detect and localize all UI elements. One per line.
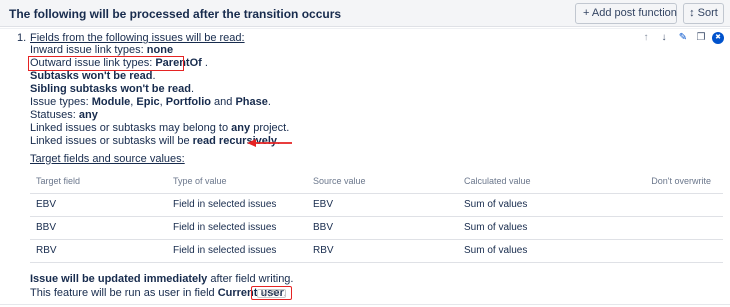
cell-target-field: RBV	[30, 239, 167, 263]
move-up-icon[interactable]: ↑	[640, 32, 652, 44]
move-down-icon[interactable]: ↓	[658, 32, 670, 44]
subtasks-line: Subtasks won't be read.	[30, 70, 156, 82]
section-title: The following will be processed after th…	[9, 7, 342, 21]
item-toolbar: ↑ ↓ ✎ ❐ ✖	[640, 32, 724, 46]
target-fields-table: Target field Type of value Source value …	[30, 170, 723, 263]
item-number: 1.	[17, 32, 27, 44]
inward-value: none	[146, 44, 174, 56]
update-immediately-line: Issue will be updated immediately after …	[30, 273, 293, 286]
cell-target-field: EBV	[30, 193, 167, 217]
cell-source-value: BBV	[307, 216, 458, 240]
siblings-line: Sibling subtasks won't be read.	[30, 83, 194, 95]
cell-type-of-value: Field in selected issues	[167, 193, 307, 217]
linked-project-post: project.	[250, 122, 290, 134]
delete-icon[interactable]: ✖	[712, 32, 724, 44]
col-calculated-value: Calculated value	[458, 170, 618, 194]
section-header: The following will be processed after th…	[0, 0, 730, 27]
col-source-value: Source value	[307, 170, 458, 194]
issue-type-phase: Phase	[235, 96, 268, 108]
statuses-line: Statuses: any	[30, 109, 98, 122]
bottom-divider	[0, 304, 730, 305]
recursive-line: Linked issues or subtasks will be read r…	[30, 135, 281, 147]
table-row: EBV Field in selected issues EBV Sum of …	[30, 193, 723, 217]
issue-types-label: Issue types:	[30, 96, 92, 108]
statuses-label: Statuses:	[30, 109, 79, 121]
cell-target-field: BBV	[30, 216, 167, 240]
cell-dont-overwrite	[618, 239, 723, 263]
cell-type-of-value: Field in selected issues	[167, 216, 307, 240]
update-immediately-text: Issue will be updated immediately	[30, 273, 208, 285]
run-as-line: This feature will be run as user in fiel…	[30, 287, 287, 299]
cell-calculated-value: Sum of values	[458, 216, 618, 240]
linked-project-pre: Linked issues or subtasks may belong to	[30, 122, 232, 134]
subtasks-text: Subtasks won't be read	[30, 70, 153, 82]
outward-highlight-box	[28, 56, 184, 71]
col-type-of-value: Type of value	[167, 170, 307, 194]
cell-source-value: EBV	[307, 193, 458, 217]
cell-source-value: RBV	[307, 239, 458, 263]
table-row: RBV Field in selected issues RBV Sum of …	[30, 239, 723, 263]
cell-type-of-value: Field in selected issues	[167, 239, 307, 263]
linked-project-value: any	[231, 122, 251, 134]
linked-project-line: Linked issues or subtasks may belong to …	[30, 122, 289, 135]
run-as-pre: This feature will be run as user in fiel…	[30, 287, 218, 299]
recursive-pre: Linked issues or subtasks will be	[30, 135, 193, 147]
cell-calculated-value: Sum of values	[458, 193, 618, 217]
copy-icon[interactable]: ❐	[695, 32, 707, 44]
issue-type-module: Module	[91, 96, 131, 108]
col-target-field: Target field	[30, 170, 167, 194]
table-header-row: Target field Type of value Source value …	[30, 170, 723, 194]
update-rest-text: after field writing.	[207, 273, 294, 285]
annotation-arrow-icon	[247, 139, 292, 147]
issue-type-portfolio: Portfolio	[165, 96, 211, 108]
jwt-badge: by JWT	[257, 289, 286, 298]
cell-dont-overwrite	[618, 193, 723, 217]
statuses-value: any	[78, 109, 98, 121]
jwt-stamp-highlight-box: by JWT	[251, 286, 292, 300]
outward-end: .	[201, 57, 208, 69]
inward-label: Inward issue link types:	[30, 44, 147, 56]
edit-icon[interactable]: ✎	[677, 32, 689, 44]
post-function-body: 1. ↑ ↓ ✎ ❐ ✖ Fields from the following i…	[0, 28, 730, 307]
add-post-function-button[interactable]: + Add post function	[575, 3, 677, 24]
issue-types-and: and	[210, 96, 236, 108]
issue-type-epic: Epic	[136, 96, 160, 108]
col-dont-overwrite: Don't overwrite	[618, 170, 723, 194]
sort-button[interactable]: ↕ Sort	[683, 3, 724, 24]
target-fields-heading: Target fields and source values:	[30, 153, 185, 165]
cell-dont-overwrite	[618, 216, 723, 240]
table-row: BBV Field in selected issues BBV Sum of …	[30, 216, 723, 240]
issue-types-line: Issue types: Module, Epic, Portfolio and…	[30, 96, 271, 108]
siblings-text: Sibling subtasks won't be read	[30, 83, 191, 95]
cell-calculated-value: Sum of values	[458, 239, 618, 263]
